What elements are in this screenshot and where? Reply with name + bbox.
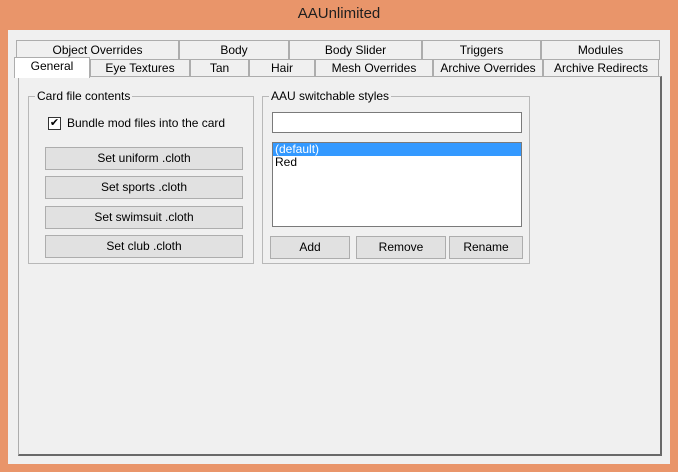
set-sports-cloth-button[interactable]: Set sports .cloth — [45, 176, 243, 199]
checkmark-icon[interactable]: ✔ — [48, 116, 61, 130]
set-uniform-cloth-button[interactable]: Set uniform .cloth — [45, 147, 243, 170]
remove-style-button[interactable]: Remove — [356, 236, 446, 259]
styles-listbox[interactable]: (default) Red — [272, 142, 522, 227]
rename-style-button[interactable]: Rename — [449, 236, 523, 259]
style-list-item[interactable]: (default) — [273, 143, 521, 156]
tab-triggers[interactable]: Triggers — [422, 40, 541, 60]
card-file-contents-group: Card file contents ✔ Bundle mod files in… — [28, 89, 254, 264]
switchable-styles-title: AAU switchable styles — [269, 89, 392, 103]
set-swimsuit-cloth-button[interactable]: Set swimsuit .cloth — [45, 206, 243, 229]
add-style-button[interactable]: Add — [270, 236, 350, 259]
card-file-contents-title: Card file contents — [35, 89, 133, 103]
style-list-item[interactable]: Red — [273, 156, 521, 169]
tab-modules[interactable]: Modules — [541, 40, 660, 60]
window-title: AAUnlimited — [297, 5, 381, 22]
tab-general[interactable]: General — [14, 57, 90, 78]
bundle-mod-files-label: Bundle mod files into the card — [67, 116, 226, 130]
client-area: Object Overrides Body Body Slider Trigge… — [8, 30, 670, 464]
bundle-mod-files-checkbox[interactable]: ✔ Bundle mod files into the card — [48, 116, 225, 130]
tab-body[interactable]: Body — [179, 40, 289, 60]
style-name-input[interactable] — [272, 112, 522, 133]
tab-body-slider[interactable]: Body Slider — [289, 40, 422, 60]
general-tab-panel: Card file contents ✔ Bundle mod files in… — [18, 76, 662, 456]
set-club-cloth-button[interactable]: Set club .cloth — [45, 235, 243, 258]
switchable-styles-group: AAU switchable styles (default) Red Add … — [262, 89, 530, 264]
